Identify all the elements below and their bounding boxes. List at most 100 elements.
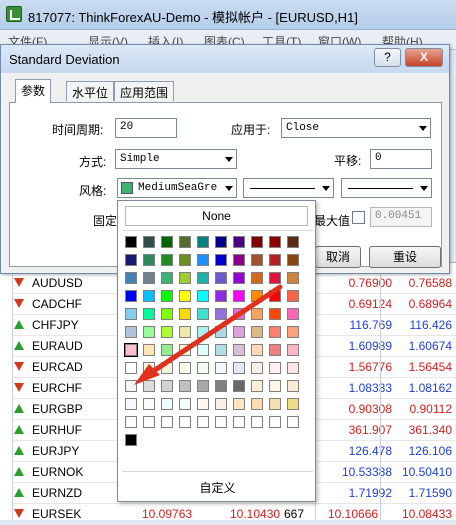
color-swatch-button[interactable]	[161, 398, 173, 410]
color-swatch-button[interactable]	[179, 362, 191, 374]
color-swatch-button[interactable]	[233, 326, 245, 338]
color-swatch-button[interactable]	[143, 416, 155, 428]
color-swatch-button[interactable]	[143, 236, 155, 248]
color-swatch-button[interactable]	[143, 290, 155, 302]
line-width-select[interactable]	[341, 178, 432, 198]
color-swatch-button[interactable]	[215, 290, 227, 302]
color-swatch-button[interactable]	[251, 272, 263, 284]
cancel-button[interactable]: 取消	[315, 246, 361, 268]
color-swatch-button[interactable]	[197, 254, 209, 266]
tab-levels[interactable]: 水平位	[66, 81, 115, 101]
color-swatch-button[interactable]	[125, 272, 137, 284]
none-color-button[interactable]: None	[125, 206, 308, 226]
color-swatch-button[interactable]	[179, 308, 191, 320]
color-swatch-button[interactable]	[215, 380, 227, 392]
color-swatch-button[interactable]	[197, 416, 209, 428]
color-swatch-button[interactable]	[125, 362, 137, 374]
line-style-select[interactable]	[243, 178, 334, 198]
color-swatch-button[interactable]	[125, 434, 137, 446]
color-swatch-button[interactable]	[143, 326, 155, 338]
color-swatch-button[interactable]	[179, 272, 191, 284]
color-swatch-button[interactable]	[161, 416, 173, 428]
tab-parameters[interactable]: 参数	[15, 79, 52, 103]
color-swatch-button[interactable]	[125, 326, 137, 338]
color-swatch-button[interactable]	[125, 308, 137, 320]
help-button[interactable]: ?	[374, 48, 401, 67]
color-swatch-button[interactable]	[215, 272, 227, 284]
color-swatch-button[interactable]	[233, 254, 245, 266]
color-swatch-button[interactable]	[197, 272, 209, 284]
color-swatch-button[interactable]	[269, 236, 281, 248]
color-swatch-button[interactable]	[233, 398, 245, 410]
color-swatch-button[interactable]	[124, 343, 138, 357]
color-swatch-button[interactable]	[161, 344, 173, 356]
color-swatch-button[interactable]	[197, 326, 209, 338]
apply-to-select[interactable]: Close	[281, 118, 431, 138]
shift-input[interactable]: 0	[370, 149, 432, 169]
color-swatch-button[interactable]	[143, 398, 155, 410]
color-swatch-button[interactable]	[215, 398, 227, 410]
color-swatch-button[interactable]	[125, 254, 137, 266]
color-swatch-button[interactable]	[215, 236, 227, 248]
reset-button[interactable]: 重设	[369, 246, 441, 268]
color-swatch-button[interactable]	[179, 326, 191, 338]
color-swatch-button[interactable]	[179, 290, 191, 302]
color-swatch-button[interactable]	[287, 362, 299, 374]
color-swatch-button[interactable]	[143, 254, 155, 266]
color-swatch-button[interactable]	[269, 290, 281, 302]
color-swatch-button[interactable]	[197, 344, 209, 356]
color-swatch-button[interactable]	[269, 272, 281, 284]
color-swatch-button[interactable]	[143, 272, 155, 284]
custom-color-button[interactable]: 自定义	[118, 479, 317, 496]
color-swatch-button[interactable]	[287, 326, 299, 338]
color-swatch-button[interactable]	[197, 308, 209, 320]
method-select[interactable]: Simple	[115, 149, 237, 169]
color-swatch-button[interactable]	[251, 380, 263, 392]
color-swatch-button[interactable]	[251, 416, 263, 428]
color-swatch-button[interactable]	[233, 272, 245, 284]
color-swatch-button[interactable]	[161, 308, 173, 320]
color-swatch-button[interactable]	[269, 344, 281, 356]
color-swatch-button[interactable]	[125, 416, 137, 428]
color-swatch-button[interactable]	[143, 380, 155, 392]
color-swatch-button[interactable]	[287, 308, 299, 320]
color-swatch-button[interactable]	[143, 308, 155, 320]
color-swatch-button[interactable]	[161, 290, 173, 302]
color-swatch-button[interactable]	[179, 380, 191, 392]
color-swatch-button[interactable]	[251, 398, 263, 410]
period-input[interactable]: 20	[115, 118, 177, 138]
color-swatch-button[interactable]	[197, 290, 209, 302]
color-swatch-button[interactable]	[251, 308, 263, 320]
color-swatch-button[interactable]	[161, 254, 173, 266]
color-swatch-button[interactable]	[233, 236, 245, 248]
color-select[interactable]: MediumSeaGre	[117, 178, 237, 198]
max-value-input[interactable]: 0.00451	[370, 207, 432, 227]
color-swatch-button[interactable]	[179, 254, 191, 266]
color-swatch-button[interactable]	[215, 344, 227, 356]
color-swatch-button[interactable]	[287, 380, 299, 392]
color-swatch-button[interactable]	[161, 236, 173, 248]
color-swatch-button[interactable]	[179, 236, 191, 248]
color-swatch-button[interactable]	[215, 254, 227, 266]
color-swatch-button[interactable]	[269, 254, 281, 266]
color-swatch-button[interactable]	[161, 272, 173, 284]
color-swatch-button[interactable]	[161, 326, 173, 338]
color-swatch-button[interactable]	[215, 308, 227, 320]
color-swatch-button[interactable]	[287, 290, 299, 302]
color-swatch-button[interactable]	[215, 326, 227, 338]
color-swatch-button[interactable]	[251, 236, 263, 248]
color-swatch-button[interactable]	[161, 380, 173, 392]
color-swatch-button[interactable]	[269, 398, 281, 410]
color-swatch-button[interactable]	[161, 362, 173, 374]
color-swatch-button[interactable]	[251, 344, 263, 356]
color-swatch-button[interactable]	[125, 398, 137, 410]
color-swatch-button[interactable]	[233, 416, 245, 428]
color-swatch-button[interactable]	[125, 380, 137, 392]
color-swatch-button[interactable]	[233, 308, 245, 320]
color-swatch-button[interactable]	[269, 362, 281, 374]
close-button[interactable]: X	[405, 48, 443, 67]
color-swatch-button[interactable]	[233, 344, 245, 356]
color-swatch-button[interactable]	[125, 236, 137, 248]
color-swatch-button[interactable]	[287, 398, 299, 410]
color-swatch-button[interactable]	[269, 326, 281, 338]
